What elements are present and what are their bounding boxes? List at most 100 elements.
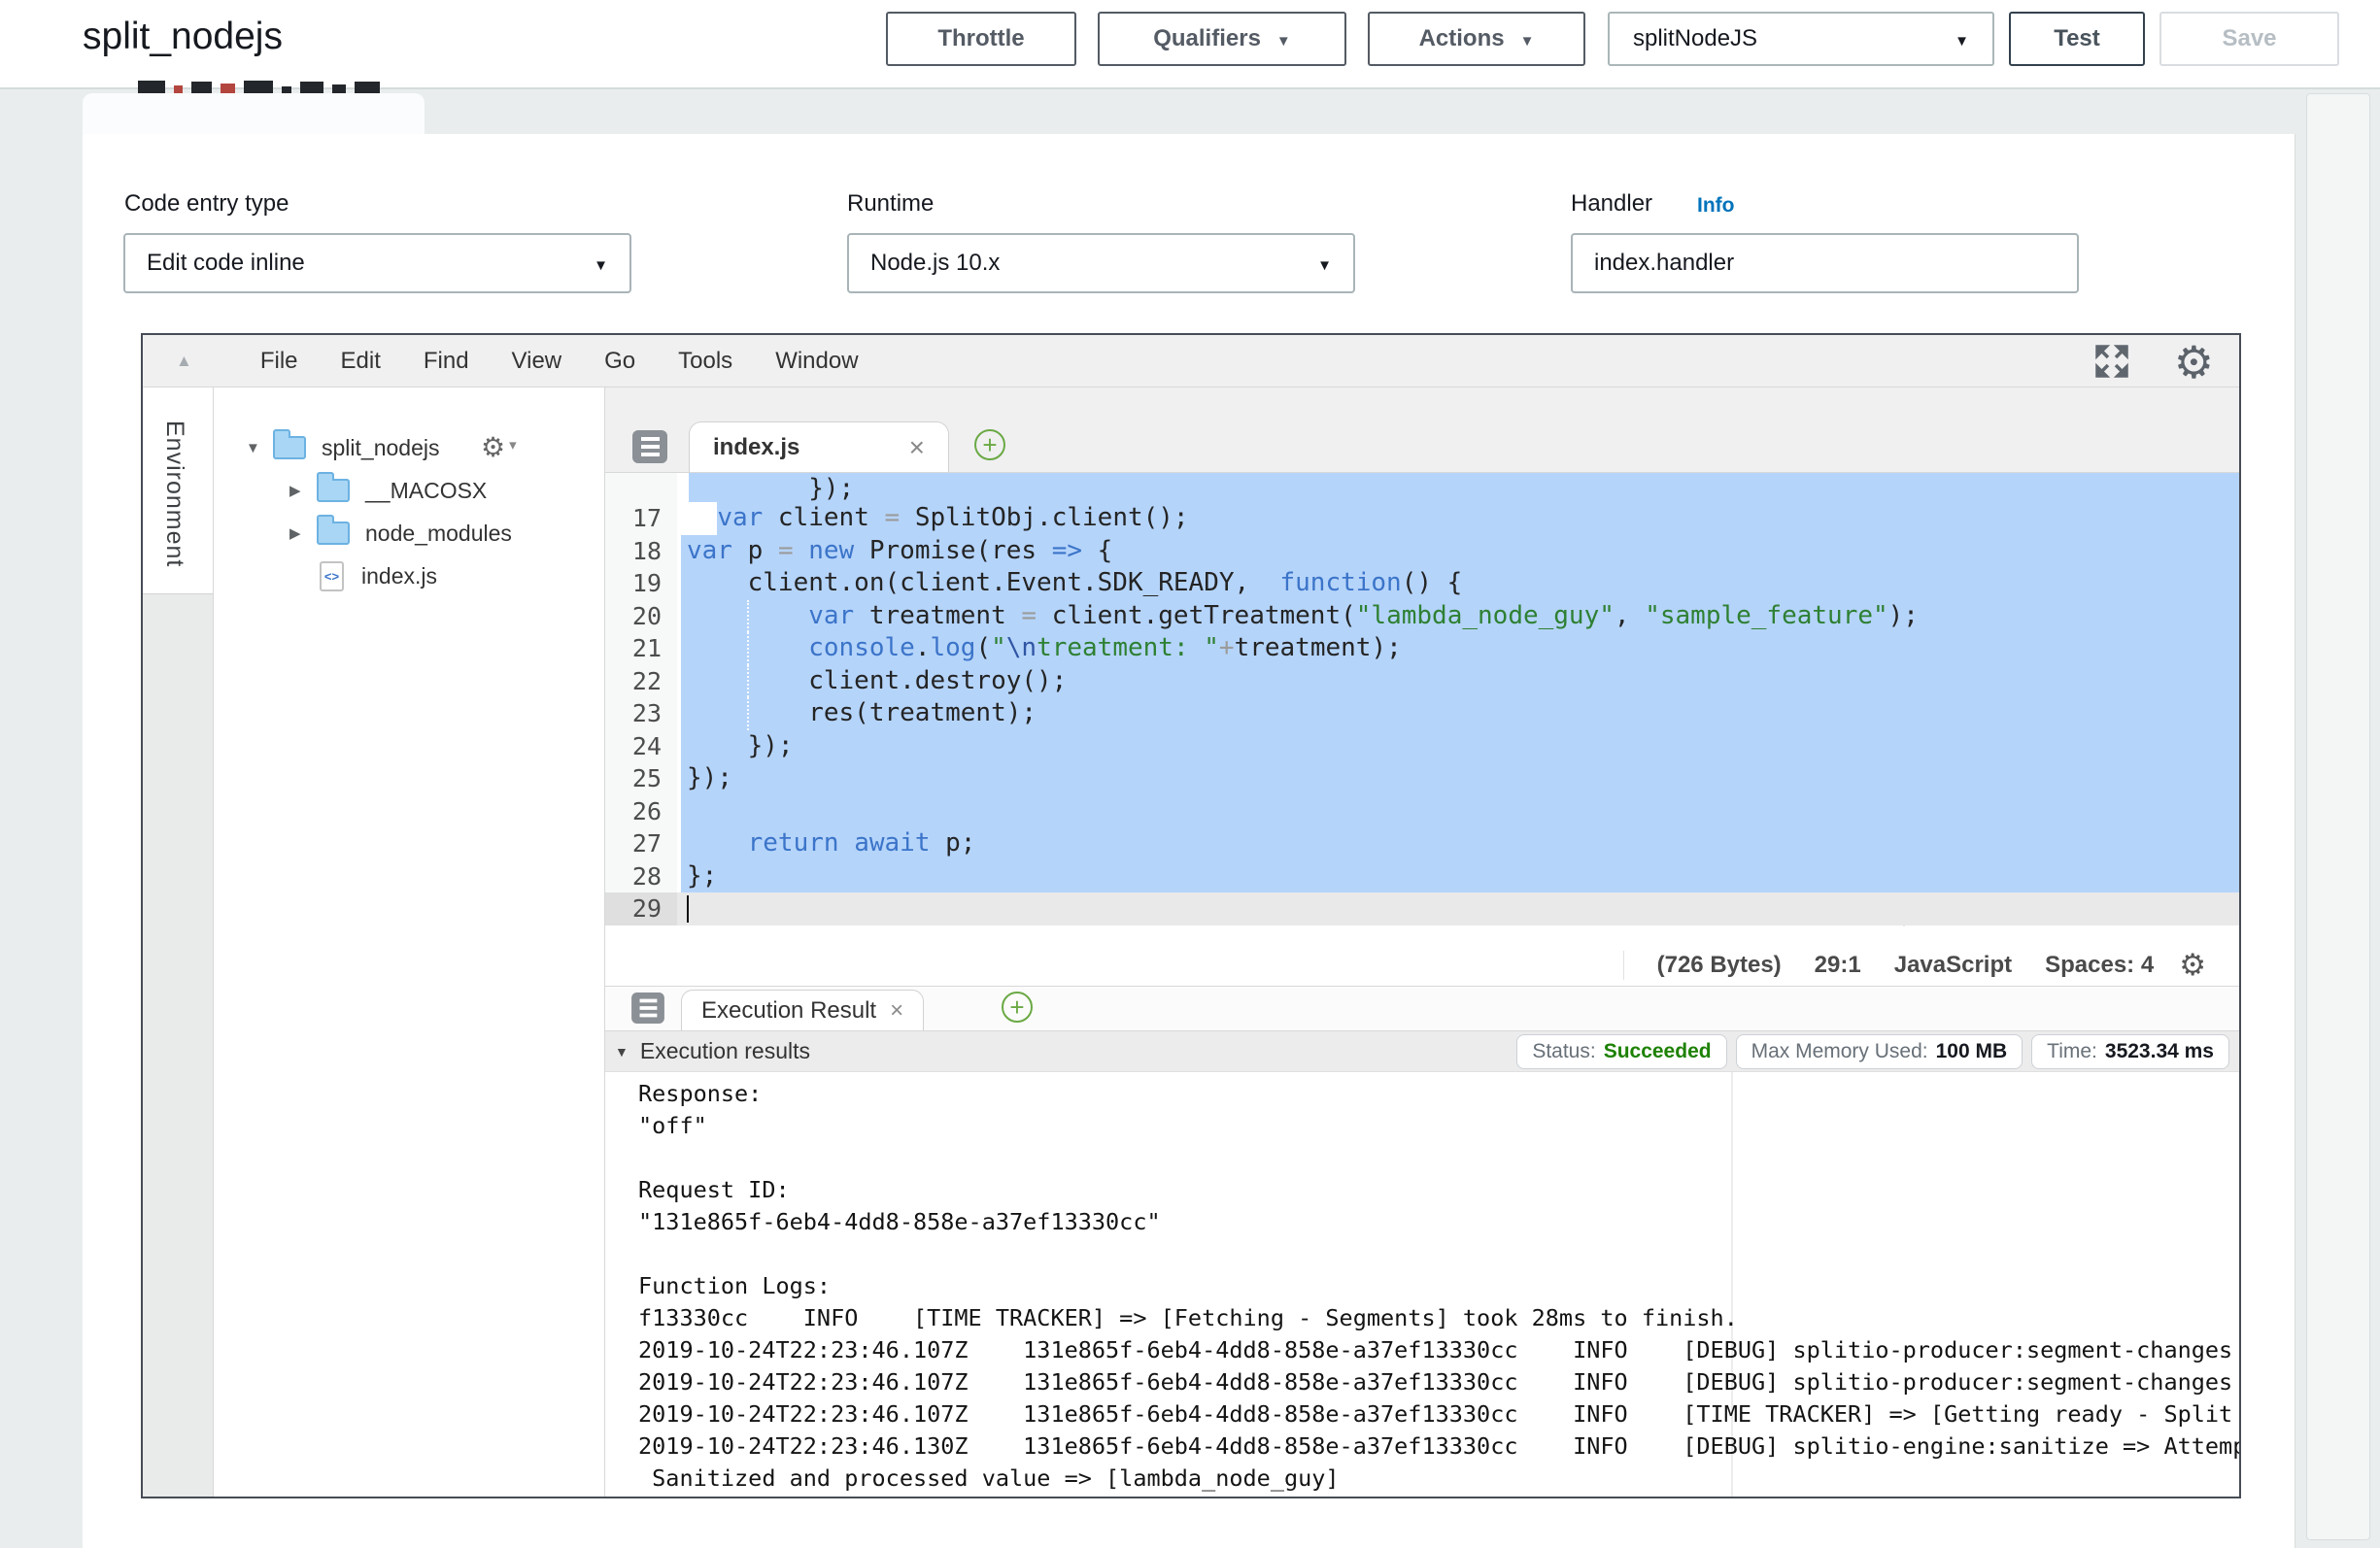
gutter-line-number[interactable]: 22 [605, 665, 677, 698]
qualifiers-dropdown-button[interactable]: Qualifiers [1098, 12, 1346, 66]
gutter-line-number[interactable]: 17 [605, 502, 677, 535]
close-tab-icon[interactable]: × [890, 997, 903, 1025]
cursor-position-status[interactable]: 29:1 [1815, 952, 1861, 979]
menu-item-file[interactable]: File [260, 348, 298, 375]
tree-item-label: __MACOSX [365, 478, 487, 504]
runtime-select[interactable]: Node.js 10.x [847, 233, 1355, 293]
code-cell[interactable] [677, 892, 2239, 925]
menu-item-find[interactable]: Find [424, 348, 469, 375]
text-selection-highlight [681, 730, 2239, 763]
fullscreen-icon[interactable] [2093, 343, 2130, 380]
close-tab-icon[interactable]: × [909, 432, 925, 463]
gutter-line-number[interactable]: 27 [605, 827, 677, 860]
gutter-line-number[interactable] [605, 473, 677, 502]
new-tab-icon[interactable]: + [1002, 992, 1033, 1023]
environment-sidebar-tab[interactable]: Environment [143, 387, 214, 1497]
code-entry-type-select[interactable]: Edit code inline [123, 233, 631, 293]
tree-item-__MACOSX[interactable]: ▶ __MACOSX [214, 469, 604, 512]
gutter-line-number[interactable]: 23 [605, 697, 677, 730]
menu-item-tools[interactable]: Tools [678, 348, 732, 375]
code-line-24[interactable]: 24 }); [605, 730, 2239, 763]
code-line-23[interactable]: 23 res(treatment); [605, 697, 2239, 730]
menu-item-edit[interactable]: Edit [341, 348, 381, 375]
code-line[interactable]: }); [605, 473, 2239, 502]
code-cell[interactable]: }); [677, 730, 2239, 763]
code-cell[interactable]: client.on(client.Event.SDK_READY, functi… [677, 567, 2239, 600]
code-cell[interactable]: }); [677, 473, 2239, 502]
status-separator [1623, 951, 1624, 980]
editor-settings-gear-icon[interactable] [2174, 336, 2214, 388]
tab-execution-result[interactable]: Execution Result × [681, 990, 924, 1030]
gutter-line-number[interactable]: 26 [605, 795, 677, 828]
badge-label: Status: [1532, 1040, 1595, 1063]
code-line-21[interactable]: 21 console.log("\ntreatment: "+treatment… [605, 632, 2239, 665]
language-mode-status[interactable]: JavaScript [1894, 952, 2012, 979]
log-line: 2019-10-24T22:23:46.107Z 131e865f-6eb4-4… [605, 1398, 2239, 1430]
gutter-line-number[interactable]: 24 [605, 730, 677, 763]
code-cell[interactable]: var p = new Promise(res => { [677, 535, 2239, 568]
log-line: f13330cc INFO [TIME TRACKER] => [Fetchin… [605, 1302, 2239, 1334]
gutter-line-number[interactable]: 29 [605, 892, 677, 925]
code-cell[interactable]: var client = SplitObj.client(); [677, 502, 2239, 535]
code-line-26[interactable]: 26 [605, 795, 2239, 828]
menu-item-window[interactable]: Window [775, 348, 858, 375]
tab-index-js[interactable]: index.js × [689, 421, 949, 472]
status-bar-gear-icon[interactable] [2179, 948, 2206, 983]
save-button-disabled[interactable]: Save [2159, 12, 2339, 66]
code-cell[interactable] [677, 795, 2239, 828]
actions-dropdown-button[interactable]: Actions [1368, 12, 1585, 66]
collapse-menubar-icon[interactable]: ▲ [176, 352, 192, 371]
code-line-22[interactable]: 22 client.destroy(); [605, 665, 2239, 698]
menu-item-go[interactable]: Go [604, 348, 635, 375]
code-cell[interactable]: }); [677, 762, 2239, 795]
code-cell[interactable]: var treatment = client.getTreatment("lam… [677, 600, 2239, 633]
throttle-button[interactable]: Throttle [886, 12, 1076, 66]
code-cell[interactable]: console.log("\ntreatment: "+treatment); [677, 632, 2239, 665]
code-line-18[interactable]: 18var p = new Promise(res => { [605, 535, 2239, 568]
code-line-17[interactable]: 17 var client = SplitObj.client(); [605, 502, 2239, 535]
code-cell[interactable]: return await p; [677, 827, 2239, 860]
code-line-27[interactable]: 27 return await p; [605, 827, 2239, 860]
menu-item-view[interactable]: View [512, 348, 562, 375]
editor-menubar: ▲ File Edit Find View Go Tools Window [143, 335, 2239, 387]
execution-log-output[interactable]: Response:"off"Request ID:"131e865f-6eb4-… [605, 1072, 2239, 1497]
code-line-19[interactable]: 19 client.on(client.Event.SDK_READY, fun… [605, 567, 2239, 600]
tree-item-split_nodejs[interactable]: ▼split_nodejs [214, 426, 604, 469]
code-cell[interactable]: res(treatment); [677, 697, 2239, 730]
gutter-line-number[interactable]: 19 [605, 567, 677, 600]
gutter-line-number[interactable]: 25 [605, 762, 677, 795]
test-event-select[interactable]: splitNodeJS [1608, 12, 1994, 66]
log-line: Function Logs: [605, 1270, 2239, 1302]
chevron-down-icon [594, 250, 608, 277]
code-line-25[interactable]: 25}); [605, 762, 2239, 795]
tab-list-icon[interactable] [632, 430, 667, 463]
code-editing-area[interactable]: });17 var client = SplitObj.client();18v… [605, 473, 2239, 926]
gutter-line-number[interactable]: 18 [605, 535, 677, 568]
indentation-status[interactable]: Spaces: 4 [2045, 952, 2154, 979]
code-line-29[interactable]: 29 [605, 892, 2239, 925]
execution-results-header: ▼ Execution results Status:SucceededMax … [605, 1031, 2239, 1072]
new-tab-icon[interactable]: + [974, 429, 1005, 460]
gutter-line-number[interactable]: 28 [605, 860, 677, 893]
gutter-line-number[interactable]: 20 [605, 600, 677, 633]
folder-icon [317, 522, 350, 545]
tree-item-node_modules[interactable]: ▶node_modules [214, 512, 604, 555]
code-editor: ▲ File Edit Find View Go Tools Window Environm… [141, 333, 2241, 1498]
test-button[interactable]: Test [2009, 12, 2145, 66]
handler-input[interactable] [1571, 233, 2079, 293]
tree-settings-gear-icon[interactable] [481, 431, 517, 463]
code-line-20[interactable]: 20 var treatment = client.getTreatment("… [605, 600, 2239, 633]
gutter-line-number[interactable]: 21 [605, 632, 677, 665]
collapse-results-icon[interactable]: ▼ [615, 1044, 629, 1060]
tab-list-icon[interactable] [631, 993, 664, 1024]
handler-info-link[interactable]: Info [1697, 194, 1734, 218]
tree-item-index.js[interactable]: <>index.js [214, 555, 604, 597]
disclosure-closed-icon[interactable]: ▶ [289, 482, 317, 499]
disclosure-open-icon[interactable]: ▼ [246, 440, 273, 456]
runtime-value: Node.js 10.x [870, 250, 1000, 277]
disclosure-closed-icon[interactable]: ▶ [289, 524, 317, 542]
code-cell[interactable]: }; [677, 860, 2239, 893]
code-cell[interactable]: client.destroy(); [677, 665, 2239, 698]
page-scrollbar[interactable] [2306, 93, 2370, 1540]
code-line-28[interactable]: 28}; [605, 860, 2239, 893]
